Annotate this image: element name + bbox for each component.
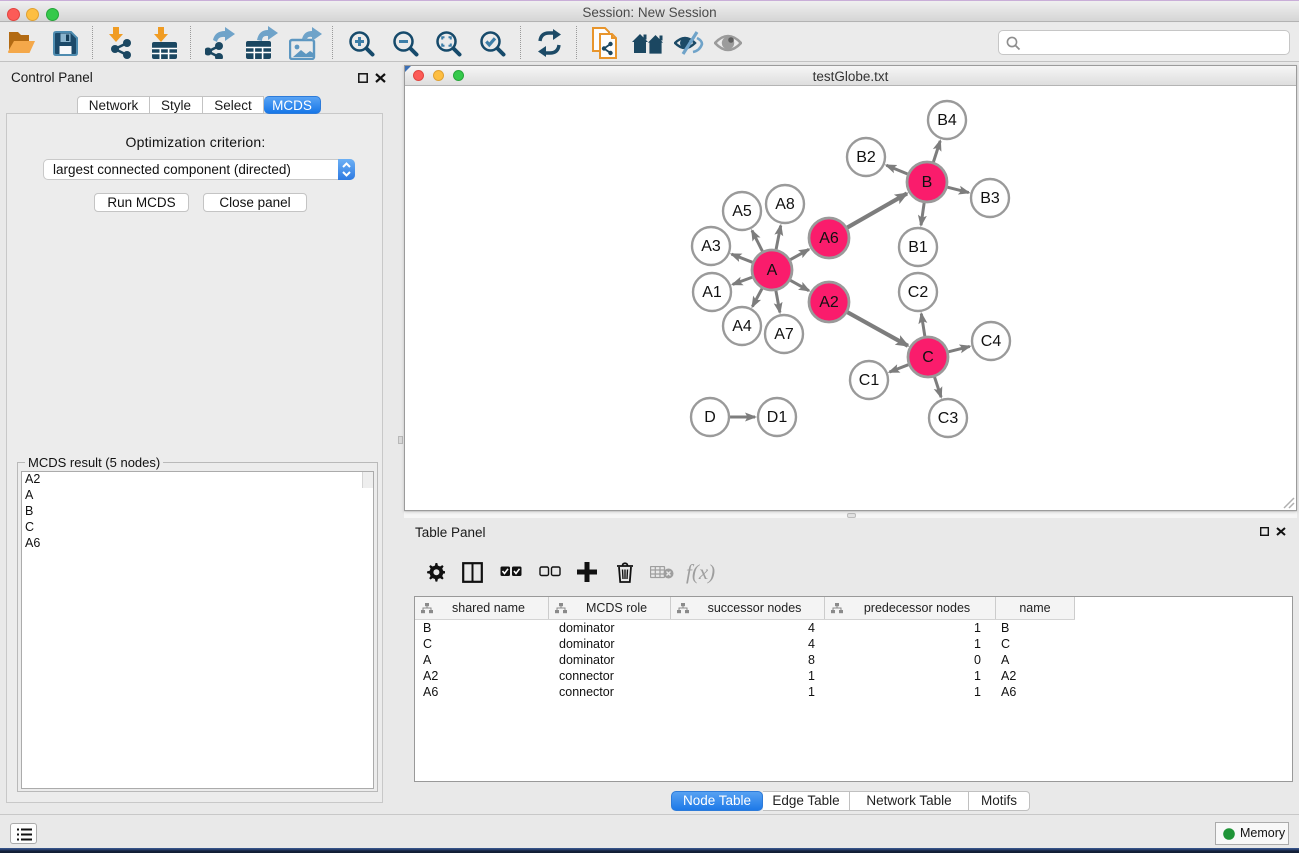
svg-text:B2: B2: [856, 149, 876, 166]
svg-text:A4: A4: [732, 318, 752, 335]
svg-text:C3: C3: [938, 410, 959, 427]
svg-text:B4: B4: [937, 112, 957, 129]
svg-text:C1: C1: [859, 372, 880, 389]
svg-text:A2: A2: [819, 294, 839, 311]
svg-text:A1: A1: [702, 284, 722, 301]
svg-text:A5: A5: [732, 203, 752, 220]
svg-text:A7: A7: [774, 326, 794, 343]
svg-text:B1: B1: [908, 239, 928, 256]
svg-text:A8: A8: [775, 196, 795, 213]
svg-text:A3: A3: [701, 238, 721, 255]
svg-text:C4: C4: [981, 333, 1002, 350]
svg-text:B3: B3: [980, 190, 1000, 207]
svg-text:D: D: [704, 409, 716, 426]
svg-text:A: A: [767, 262, 778, 279]
svg-text:A6: A6: [819, 230, 839, 247]
svg-text:D1: D1: [767, 409, 788, 426]
svg-text:C: C: [922, 349, 934, 366]
svg-text:B: B: [922, 174, 933, 191]
svg-text:C2: C2: [908, 284, 929, 301]
